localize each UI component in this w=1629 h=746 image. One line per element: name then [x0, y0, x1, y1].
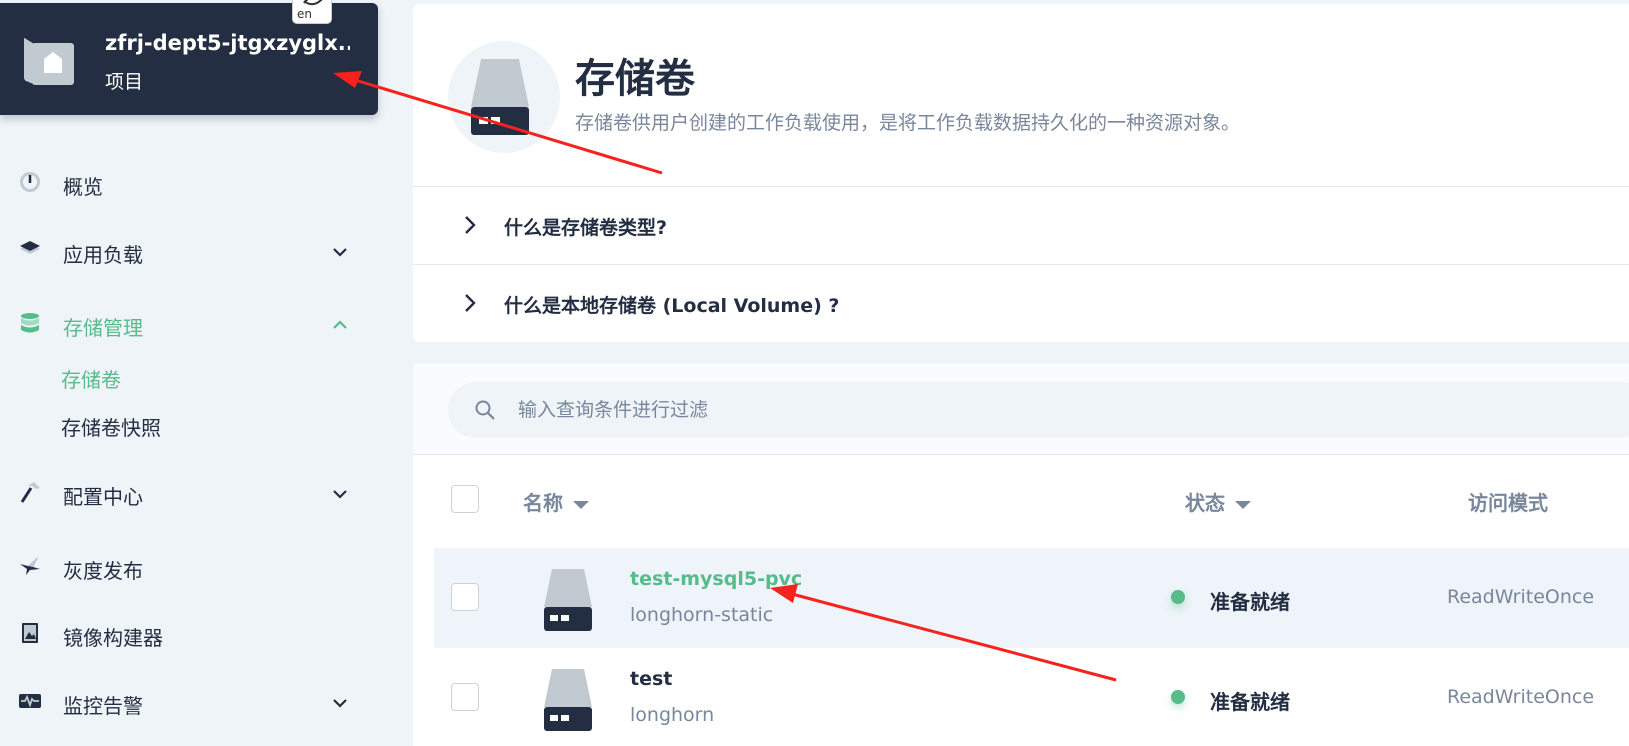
- status-dot: [1171, 590, 1185, 604]
- status-text: 准备就绪: [1210, 690, 1290, 714]
- status-text: 准备就绪: [1210, 590, 1290, 614]
- volume-name-link[interactable]: test: [630, 668, 672, 690]
- column-header-label: 名称: [523, 491, 563, 515]
- list-toolbar: [413, 363, 1629, 455]
- project-type-label: 项目: [105, 71, 144, 93]
- sidebar-item-grayscale-release[interactable]: 灰度发布: [0, 548, 380, 588]
- layers-icon: [20, 241, 40, 254]
- sidebar-item-label: 配置中心: [63, 485, 143, 509]
- page-title: 存储卷: [575, 56, 695, 102]
- sort-caret-icon: [573, 500, 589, 509]
- search-icon: [475, 400, 495, 420]
- sidebar-item-config[interactable]: 配置中心: [0, 474, 380, 514]
- image-builder-icon: [22, 623, 38, 643]
- chevron-right-icon: [465, 294, 476, 312]
- sidebar-item-label: 监控告警: [63, 694, 143, 718]
- language-code: en: [297, 7, 312, 21]
- search-bar[interactable]: [448, 382, 1629, 438]
- sidebar-item-label: 镜像构建器: [63, 626, 163, 650]
- storage-volume-icon: [544, 569, 592, 631]
- language-switch[interactable]: en: [292, 0, 332, 24]
- column-header-label: 状态: [1185, 491, 1225, 515]
- table-header: 名称 状态 访问模式: [413, 455, 1629, 545]
- faq-item[interactable]: 什么是存储卷类型?: [413, 186, 1629, 264]
- storage-class-label: longhorn: [630, 704, 715, 726]
- volume-list-card: 名称 状态 访问模式 test-mysql5-pvc longhorn-stat…: [413, 363, 1629, 746]
- access-mode-text: ReadWriteOnce: [1447, 686, 1595, 708]
- sidebar-item-label: 存储管理: [63, 316, 143, 340]
- sidebar-item-workloads[interactable]: 应用负载: [0, 232, 380, 272]
- table-row[interactable]: test-mysql5-pvc longhorn-static 准备就绪 Rea…: [434, 548, 1629, 648]
- status-dot: [1171, 690, 1185, 704]
- faq-question: 什么是本地存储卷 (Local Volume) ?: [504, 295, 840, 317]
- sidebar: zfrj-dept5-jtgxzyglx... 项目 en 概览 应用负载 存储…: [0, 0, 380, 746]
- access-mode-text: ReadWriteOnce: [1447, 586, 1595, 608]
- storage-volume-icon: [544, 669, 592, 731]
- page-header-card: 存储卷 存储卷供用户创建的工作负载使用，是将工作负载数据持久化的一种资源对象。 …: [413, 4, 1629, 342]
- sidebar-item-storage[interactable]: 存储管理: [0, 305, 380, 345]
- database-icon: [21, 313, 39, 333]
- search-input[interactable]: [518, 392, 1418, 428]
- storage-class-label: longhorn-static: [630, 604, 774, 626]
- chevron-down-icon: [333, 248, 347, 257]
- sort-caret-icon: [1235, 500, 1251, 509]
- sidebar-item-label: 灰度发布: [63, 559, 143, 583]
- storage-volume-icon: [471, 59, 529, 135]
- row-checkbox[interactable]: [451, 583, 479, 611]
- sidebar-item-overview[interactable]: 概览: [0, 164, 380, 204]
- column-header-status[interactable]: 状态: [1185, 487, 1251, 516]
- swap-icon: [303, 0, 323, 6]
- project-name: zfrj-dept5-jtgxzyglx...: [105, 31, 350, 55]
- table-row[interactable]: test longhorn 准备就绪 ReadWriteOnce: [434, 648, 1629, 746]
- sidebar-item-monitoring[interactable]: 监控告警: [0, 683, 380, 723]
- chevron-down-icon: [333, 699, 347, 708]
- sidebar-subitem-volumes[interactable]: 存储卷: [61, 364, 121, 393]
- column-header-name[interactable]: 名称: [523, 487, 589, 516]
- sidebar-subitem-snapshots[interactable]: 存储卷快照: [61, 412, 161, 441]
- sidebar-item-image-builder[interactable]: 镜像构建器: [0, 615, 380, 655]
- faq-question: 什么是存储卷类型?: [504, 217, 668, 239]
- row-checkbox[interactable]: [451, 683, 479, 711]
- column-header-access-mode: 访问模式: [1468, 491, 1548, 515]
- sidebar-item-label: 应用负载: [63, 243, 143, 267]
- bird-icon: [20, 557, 40, 575]
- gauge-icon: [20, 172, 40, 192]
- chevron-right-icon: [465, 216, 476, 234]
- faq-item[interactable]: 什么是本地存储卷 (Local Volume) ?: [413, 264, 1629, 342]
- sidebar-item-label: 概览: [63, 175, 103, 199]
- hammer-icon: [20, 482, 40, 503]
- chevron-down-icon: [333, 490, 347, 499]
- volume-name-link[interactable]: test-mysql5-pvc: [630, 568, 802, 590]
- monitor-pulse-icon: [19, 694, 41, 708]
- chevron-up-icon: [333, 320, 347, 329]
- select-all-checkbox[interactable]: [451, 485, 479, 513]
- project-icon: [24, 38, 74, 85]
- page-description: 存储卷供用户创建的工作负载使用，是将工作负载数据持久化的一种资源对象。: [575, 112, 1241, 134]
